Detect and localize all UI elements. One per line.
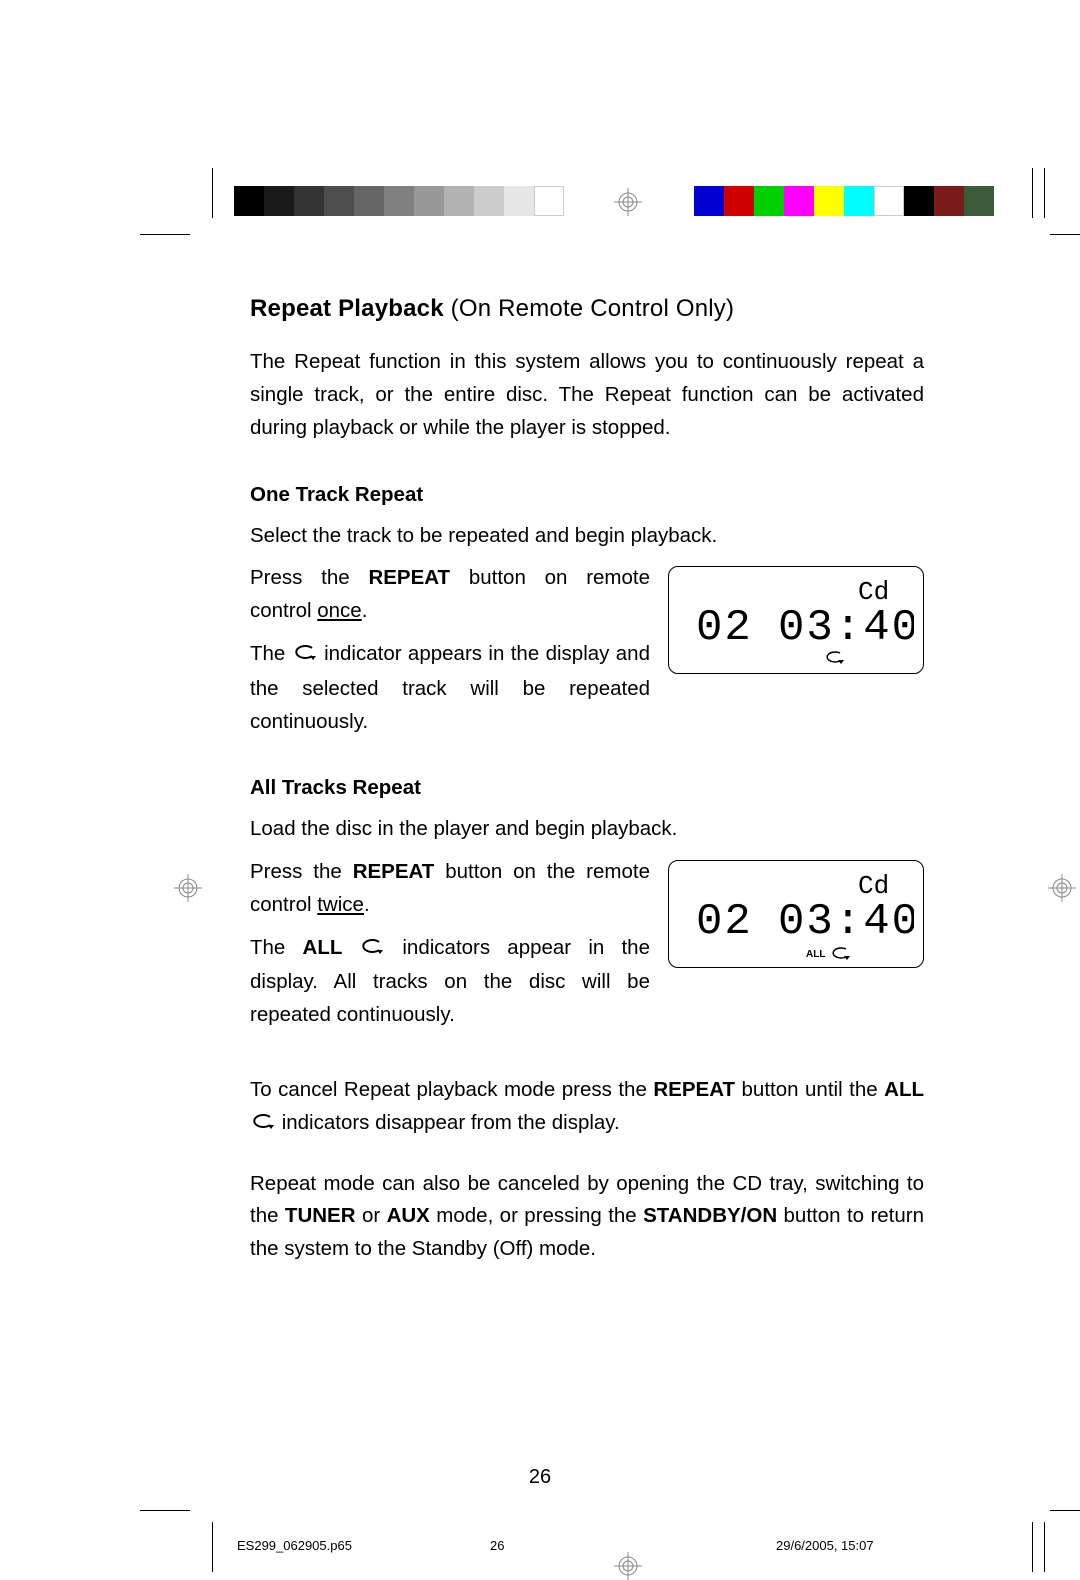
- one-track-block: Press the REPEAT button on remote contro…: [250, 562, 924, 738]
- repeat-icon: [250, 1109, 276, 1142]
- crop-mark: [212, 1522, 213, 1572]
- repeat-icon: [827, 652, 844, 664]
- repeat-icon: [292, 640, 318, 673]
- registration-mark-icon: [174, 874, 202, 902]
- registration-mark-icon: [1048, 874, 1076, 902]
- title-rest: (On Remote Control Only): [444, 295, 734, 322]
- page-number: 26: [0, 1466, 1080, 1489]
- lcd-track: 02: [696, 897, 753, 947]
- color-bar: [694, 186, 994, 216]
- crop-mark: [1032, 1522, 1033, 1572]
- cancel-paragraph-2: Repeat mode can also be canceled by open…: [250, 1168, 924, 1266]
- lcd-track: 02: [696, 603, 753, 653]
- registration-mark-icon: [614, 1552, 642, 1580]
- all-tracks-line3: The ALL indicators appear in the display…: [250, 932, 650, 1032]
- crop-mark: [1044, 1522, 1045, 1572]
- one-track-line2: Press the REPEAT button on remote contro…: [250, 562, 650, 628]
- crop-mark: [1050, 234, 1080, 235]
- crop-mark: [1050, 1510, 1080, 1511]
- lcd-display: Cd 02 03:40: [668, 566, 924, 674]
- lcd-display-all: Cd 02 03:40 ALL: [668, 860, 924, 968]
- crop-mark: [140, 1510, 190, 1511]
- crop-mark: [1032, 168, 1033, 218]
- one-track-heading: One Track Repeat: [250, 479, 924, 512]
- page-title: Repeat Playback (On Remote Control Only): [250, 290, 924, 328]
- all-tracks-block: Press the REPEAT button on the remote co…: [250, 856, 924, 1032]
- cancel-paragraph: To cancel Repeat playback mode press the…: [250, 1074, 924, 1142]
- lcd-time: 03:40: [778, 897, 914, 947]
- footer-filename: ES299_062905.p65: [237, 1538, 352, 1553]
- footer-timestamp: 29/6/2005, 15:07: [776, 1538, 874, 1553]
- registration-mark-icon: [614, 188, 642, 216]
- all-tracks-line1: Load the disc in the player and begin pl…: [250, 813, 924, 846]
- crop-mark: [212, 168, 213, 218]
- manual-content: Repeat Playback (On Remote Control Only)…: [250, 290, 924, 1292]
- repeat-icon: [833, 948, 850, 960]
- one-track-line1: Select the track to be repeated and begi…: [250, 520, 924, 553]
- intro-paragraph: The Repeat function in this system allow…: [250, 346, 924, 444]
- lcd-time: 03:40: [778, 603, 914, 653]
- greyscale-bar: [234, 186, 564, 216]
- all-tracks-heading: All Tracks Repeat: [250, 772, 924, 805]
- lcd-all-label: ALL: [806, 949, 825, 960]
- crop-mark: [1044, 168, 1045, 218]
- footer-page: 26: [490, 1538, 504, 1553]
- title-strong: Repeat Playback: [250, 295, 444, 322]
- all-tracks-line2: Press the REPEAT button on the remote co…: [250, 856, 650, 922]
- one-track-line3: The indicator appears in the display and…: [250, 638, 650, 738]
- repeat-icon: [359, 934, 385, 967]
- document-page: Repeat Playback (On Remote Control Only)…: [0, 0, 1080, 1528]
- crop-mark: [140, 234, 190, 235]
